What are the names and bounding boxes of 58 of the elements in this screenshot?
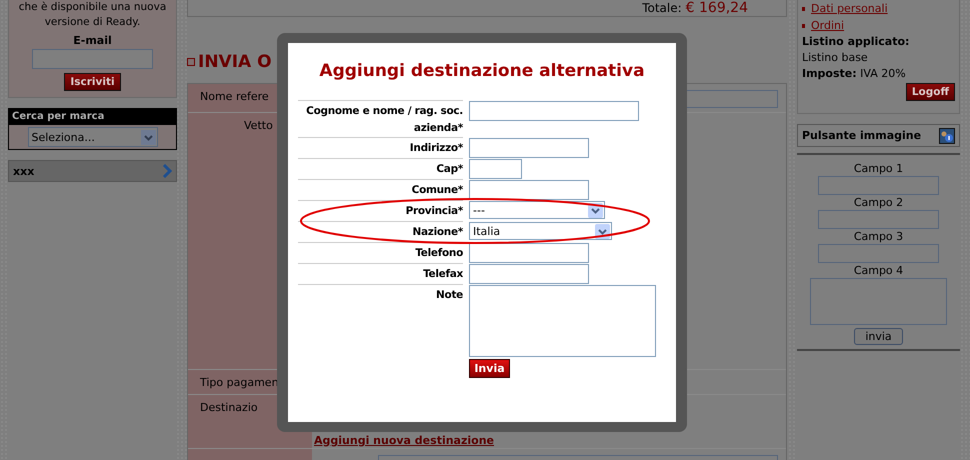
bullet-icon <box>802 6 805 10</box>
field-label: Campo 2 <box>854 195 904 210</box>
text-field[interactable] <box>469 101 639 121</box>
newsletter-text: versione di Ready. <box>44 15 140 30</box>
total-value: € 169,24 <box>686 0 748 16</box>
field-label: Telefono <box>415 247 463 259</box>
bullet-icon <box>802 24 805 28</box>
dialog-title: Aggiungi destinazione alternativa <box>318 61 646 82</box>
field-label: Campo 3 <box>854 229 904 244</box>
dropdown[interactable]: --- <box>469 201 605 219</box>
field-label: Campo 4 <box>854 263 904 278</box>
newsletter-text: che è disponibile una nuova <box>18 0 166 15</box>
price-list-label: Listino applicato: <box>802 34 910 50</box>
submit-button[interactable]: invia <box>854 328 903 345</box>
text-field[interactable] <box>818 176 939 195</box>
field-label: Campo 1 <box>854 161 904 176</box>
text-area[interactable] <box>810 278 947 325</box>
email-label: E-mail <box>73 33 112 49</box>
text-area[interactable] <box>469 285 656 357</box>
row-label: Tipo pagamen <box>200 376 279 389</box>
text-field[interactable] <box>469 264 589 284</box>
field-label: Nazione* <box>412 226 463 238</box>
text-field[interactable] <box>818 210 939 229</box>
caret-icon <box>140 130 156 144</box>
panel-title: Pulsante immagine <box>802 129 922 142</box>
total-label: Totale: <box>642 1 682 15</box>
text-field[interactable] <box>469 138 589 158</box>
section-heading: INVIA O <box>198 52 272 72</box>
subscribe-button[interactable]: Iscriviti <box>64 73 121 91</box>
submit-button[interactable]: Invia <box>469 359 510 378</box>
tax-text: Imposte: IVA 20% <box>802 66 907 82</box>
add-destination-link[interactable]: Aggiungi nuova destinazione <box>314 434 494 447</box>
field-label: Cap* <box>436 163 463 175</box>
text-field[interactable] <box>469 180 589 200</box>
chevron-right-icon <box>162 164 172 178</box>
text-field[interactable] <box>469 243 589 263</box>
square-icon <box>187 58 195 66</box>
user-info-icon <box>939 128 955 144</box>
brand-select[interactable]: Seleziona... <box>28 127 158 147</box>
field-label: Telefax <box>423 268 463 280</box>
field-label: Comune* <box>412 184 463 196</box>
menu-item[interactable]: xxx <box>8 160 177 182</box>
dropdown[interactable]: Italia <box>469 222 612 240</box>
field-label: Indirizzo* <box>410 142 463 154</box>
logoff-button[interactable]: Logoff <box>906 83 955 101</box>
email-field[interactable] <box>32 49 153 69</box>
text-field[interactable] <box>469 159 522 179</box>
field-label: Note <box>436 289 463 301</box>
field-label: Provincia* <box>406 205 463 217</box>
row-label: Vetto <box>244 119 273 132</box>
row-label: Destinazio <box>200 401 258 414</box>
price-list-value: Listino base <box>802 50 869 66</box>
field-label: Cognome e nome / rag. soc. azienda* <box>306 105 463 134</box>
account-link[interactable]: Dati personali <box>811 0 888 17</box>
account-link[interactable]: Ordini <box>811 17 844 34</box>
panel-title: Cerca per marca <box>9 109 176 125</box>
row-label: Nome refere <box>200 90 269 103</box>
text-field[interactable] <box>818 244 939 263</box>
